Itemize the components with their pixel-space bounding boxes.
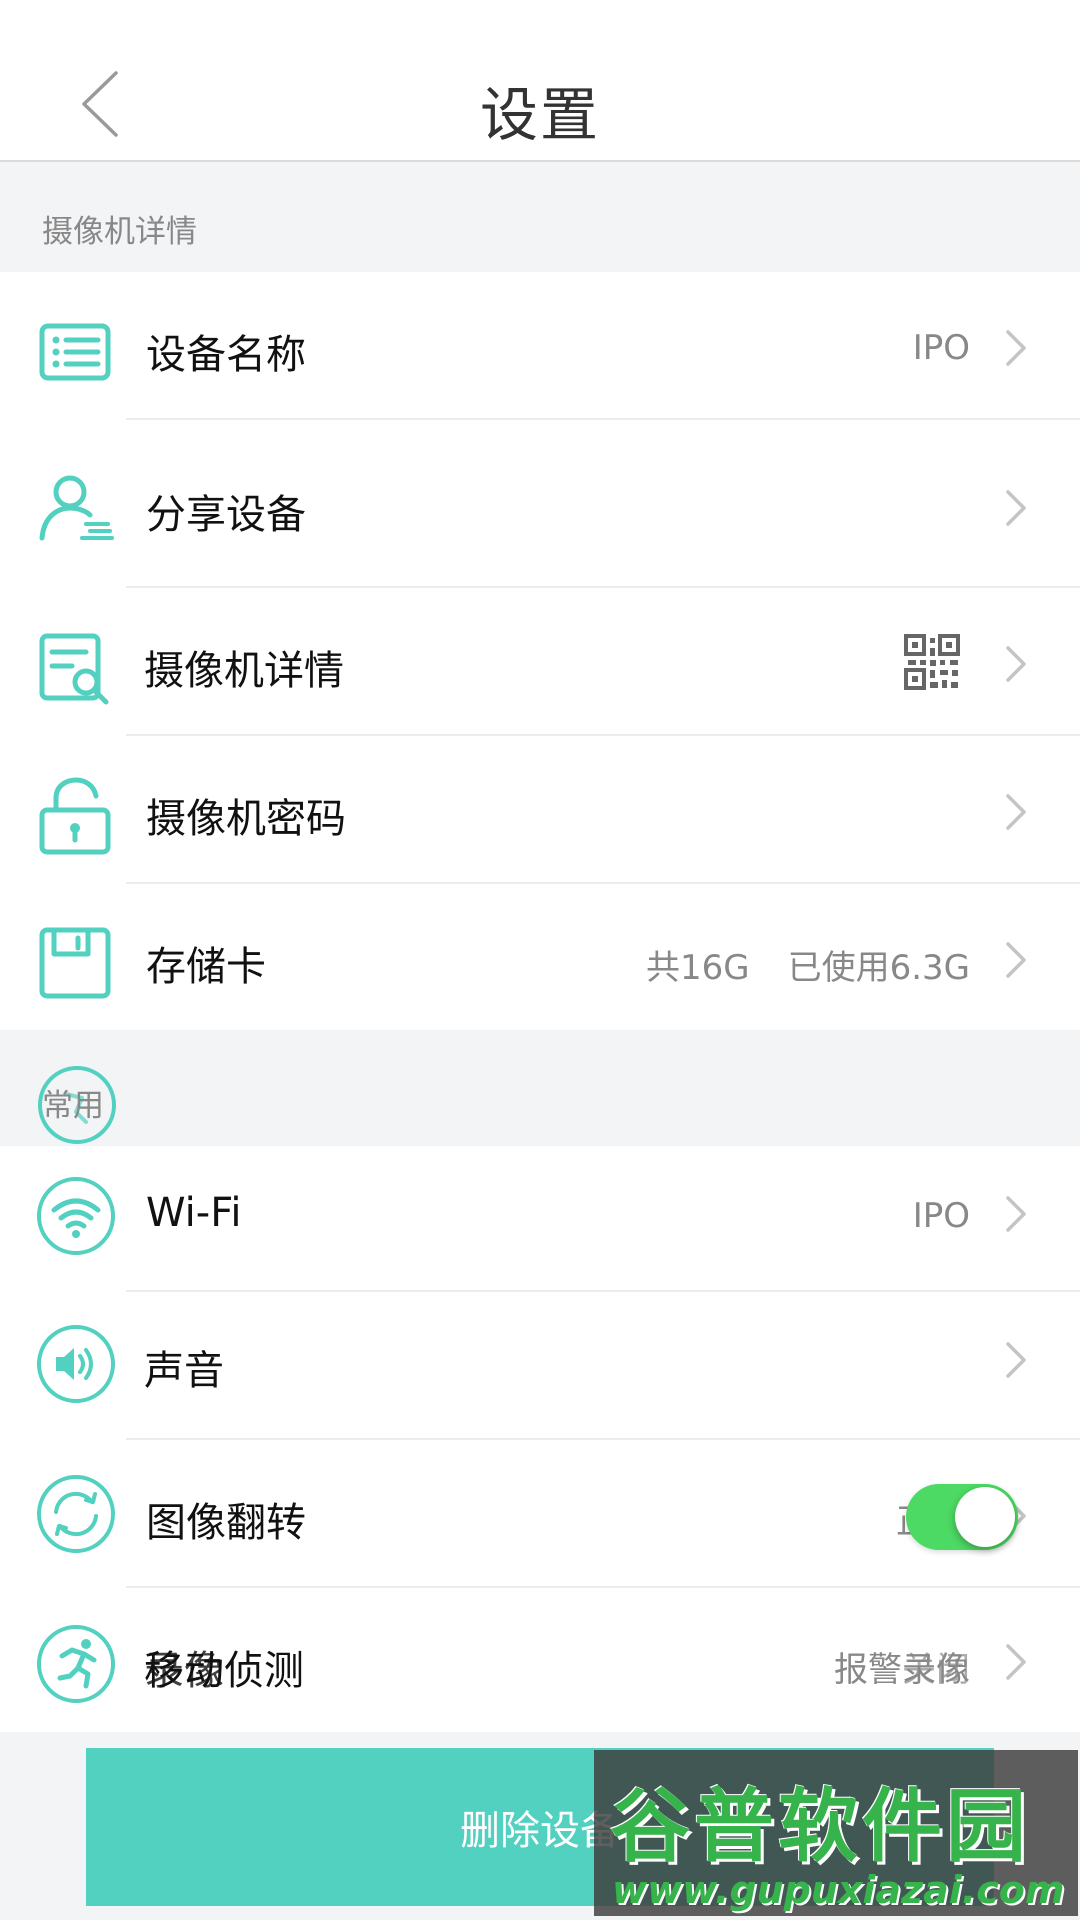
chevron-right-icon bbox=[1006, 1342, 1026, 1378]
row-wifi[interactable]: Wi-Fi IPO bbox=[0, 1146, 1080, 1292]
storage-used: 已使用6.3G bbox=[787, 948, 970, 988]
watermark-text: 谷普软件园 bbox=[610, 1780, 1030, 1873]
wifi-icon bbox=[37, 1177, 115, 1255]
floppy-disk-icon bbox=[39, 927, 111, 999]
row-label: 图像翻转 bbox=[146, 1500, 306, 1546]
row-share-device[interactable]: 分享设备 bbox=[0, 420, 1080, 588]
chevron-right-icon bbox=[1006, 1644, 1026, 1680]
chevron-right-icon bbox=[1006, 646, 1026, 682]
row-image-flip[interactable]: 图像翻转 正 bbox=[0, 1440, 1080, 1588]
page-title: 设置 bbox=[479, 81, 600, 149]
row-camera-password[interactable]: 摄像机密码 bbox=[0, 736, 1080, 884]
chevron-right-icon bbox=[1006, 490, 1026, 526]
row-device-name[interactable]: 设备名称 IPO bbox=[0, 272, 1080, 420]
toggle-knob bbox=[955, 1487, 1015, 1547]
image-flip-toggle[interactable] bbox=[906, 1484, 1018, 1550]
row-label: 存储卡 bbox=[146, 944, 266, 990]
document-search-icon bbox=[39, 633, 109, 705]
storage-usage: 共16G 已使用6.3G bbox=[646, 940, 970, 989]
chevron-right-icon bbox=[1006, 1196, 1026, 1232]
watermark-url: www.gupuxiazai.com bbox=[612, 1868, 1065, 1912]
rotate-icon bbox=[37, 1475, 115, 1553]
chevron-right-icon bbox=[1006, 330, 1026, 366]
row-sound[interactable]: 声音 bbox=[0, 1292, 1080, 1440]
row-storage-card[interactable]: 存储卡 共16G 已使用6.3G bbox=[0, 884, 1080, 1030]
section-label-common: 常用 bbox=[42, 1088, 104, 1124]
row-camera-details[interactable]: 摄像机详情 bbox=[0, 588, 1080, 736]
storage-total: 共16G bbox=[645, 948, 750, 988]
list-icon bbox=[39, 323, 111, 381]
row-label: 摄像机详情 bbox=[144, 648, 344, 694]
row-motion-detection[interactable]: 移动侦测 录像 报警录像 关闭 bbox=[0, 1588, 1080, 1732]
share-user-icon bbox=[39, 475, 114, 541]
row-value: IPO bbox=[912, 1196, 970, 1236]
row-label: 分享设备 bbox=[146, 492, 306, 538]
qr-code-icon[interactable] bbox=[904, 634, 960, 690]
row-label: Wi-Fi bbox=[146, 1190, 242, 1236]
nav-header: 设置 bbox=[0, 0, 1080, 162]
chevron-right-icon bbox=[1006, 794, 1026, 830]
running-person-icon bbox=[37, 1625, 115, 1703]
row-label-overlap: 录像 bbox=[144, 1648, 224, 1694]
row-label: 设备名称 bbox=[146, 332, 306, 378]
row-value-overlap: 关闭 bbox=[902, 1650, 970, 1690]
speaker-icon bbox=[37, 1325, 115, 1403]
common-settings-group: Wi-Fi IPO 声音 图像翻转 移动侦测 录像 报警录像 关闭 bbox=[0, 1146, 1080, 1732]
section-label-camera: 摄像机详情 bbox=[42, 214, 197, 250]
camera-settings-group: 设备名称 IPO 分享设备 摄像机详情 摄像机密码 存储卡 共16G 已使用6.… bbox=[0, 272, 1080, 1030]
row-value: IPO bbox=[912, 328, 970, 368]
lock-icon bbox=[39, 777, 111, 855]
row-label: 摄像机密码 bbox=[146, 796, 346, 842]
settings-page: 设置 摄像机详情 设备名称 IPO 分享设备 摄像机详情 摄像机密码 存储卡 共… bbox=[0, 0, 1080, 1920]
chevron-right-icon bbox=[1006, 942, 1026, 978]
row-label: 声音 bbox=[144, 1348, 224, 1394]
watermark: 谷普软件园 www.gupuxiazai.com bbox=[594, 1750, 1078, 1916]
